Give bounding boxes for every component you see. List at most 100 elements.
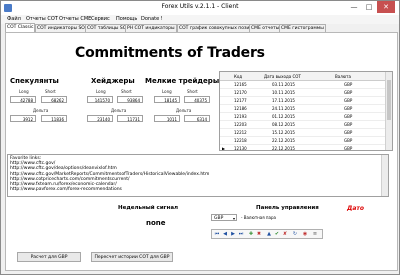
- window-title: Forex Utils v.2.1.1 - Client: [161, 3, 239, 10]
- hedgers-long-label: Long: [96, 89, 106, 94]
- cell-date: 22.12.2015: [272, 146, 295, 151]
- table-row[interactable]: 12186 24.11.2015 GBP: [220, 105, 385, 113]
- table-row[interactable]: 12165 03.11.2015 GBP: [220, 81, 385, 89]
- app-window: Forex Utils v.2.1.1 - Client — □ ✕ Файл …: [0, 0, 400, 275]
- hedgers-long-value: 141570: [87, 96, 113, 103]
- links-scrollbar[interactable]: [381, 155, 388, 196]
- grid-scrollbar[interactable]: [385, 72, 392, 150]
- link-line: http://www.pavforex.com/forex-recommenda…: [10, 187, 122, 193]
- cell-code: 12170: [234, 90, 247, 95]
- grid-header: Код Дата выхода COT Валюта: [220, 72, 385, 81]
- tab-cme-reports[interactable]: CME отчеты: [249, 24, 282, 32]
- cell-date: 10.11.2015: [272, 90, 295, 95]
- cancel-edit-icon[interactable]: ✘: [282, 231, 288, 237]
- speculators-long-value: 42788: [10, 96, 36, 103]
- weekly-signal-title: Недельный сигнал: [118, 205, 179, 211]
- refresh-icon[interactable]: ↻: [292, 231, 298, 237]
- cell-code: 12203: [234, 122, 247, 127]
- cell-code: 12186: [234, 106, 247, 111]
- tab-cot-indicators-so[interactable]: COT индикаторы SO: [35, 24, 87, 32]
- menu-donate[interactable]: Donate !: [141, 16, 163, 22]
- cell-code: 12165: [234, 82, 247, 87]
- cell-date: 17.11.2015: [272, 98, 295, 103]
- cell-date: 22.12.2015: [272, 138, 295, 143]
- hedgers-delta-long: 23140: [87, 115, 113, 122]
- speculators-delta-label: Дельта: [33, 108, 49, 113]
- table-row[interactable]: 12203 08.12.2015 GBP: [220, 121, 385, 129]
- tab-cot-classic[interactable]: COT Classic: [5, 23, 36, 32]
- small-traders-delta-short: 6314: [184, 115, 210, 122]
- table-row[interactable]: 12212 15.12.2015 GBP: [220, 129, 385, 137]
- minimize-button[interactable]: —: [347, 1, 361, 13]
- grid-col-currency[interactable]: Валюта: [335, 74, 351, 79]
- close-button[interactable]: ✕: [377, 1, 395, 13]
- speculators-short-label: Short: [45, 89, 56, 94]
- small-traders-delta-label: Дельта: [176, 108, 192, 113]
- maximize-button[interactable]: □: [362, 1, 376, 13]
- menu-bar: Файл Отчеты COT Отчеты CME Сервис Помощь…: [1, 15, 399, 24]
- menu-cme-reports[interactable]: Отчеты CME: [59, 16, 91, 22]
- cell-date: 08.12.2015: [272, 122, 295, 127]
- cot-reports-grid[interactable]: Код Дата выхода COT Валюта 12165 03.11.2…: [219, 71, 393, 151]
- tab-cme-histograms[interactable]: CME гистограммы: [279, 24, 326, 32]
- hedgers-title: Хейджеры: [91, 77, 135, 85]
- small-traders-short-label: Short: [187, 89, 198, 94]
- title-bar: Forex Utils v.2.1.1 - Client — □ ✕: [1, 1, 399, 15]
- tab-cot-tables-so[interactable]: COT таблицы SO: [85, 24, 129, 32]
- calc-button[interactable]: Расчет для GBP: [17, 252, 81, 262]
- first-record-icon[interactable]: ⏮: [214, 231, 220, 237]
- cell-currency: GBP: [344, 90, 353, 95]
- small-traders-long-label: Long: [162, 89, 172, 94]
- speculators-short-value: 68262: [41, 96, 67, 103]
- table-row[interactable]: 12218 22.12.2015 GBP: [220, 137, 385, 145]
- insert-record-icon[interactable]: ✚: [248, 231, 254, 237]
- recalc-history-button[interactable]: Пересчет истории COT для GBP: [91, 252, 173, 262]
- navigator-toolbar: ⏮ ◀ ▶ ⏭ ✚ ✖ ▲ ✔ ✘ ↻ ◉ ≡: [211, 229, 323, 239]
- cell-date: 01.12.2015: [272, 114, 295, 119]
- currency-select[interactable]: GBP ▾: [211, 214, 237, 221]
- cell-date: 03.11.2015: [272, 82, 295, 87]
- options-icon[interactable]: ≡: [312, 231, 318, 237]
- cell-code: 12218: [234, 138, 247, 143]
- cell-currency: GBP: [344, 146, 353, 151]
- cell-code: 12130: [234, 146, 247, 151]
- page-title: Commitments of Traders: [75, 45, 265, 61]
- delete-record-icon[interactable]: ✖: [256, 231, 262, 237]
- last-record-icon[interactable]: ⏭: [238, 231, 244, 237]
- cell-currency: GBP: [344, 106, 353, 111]
- table-row[interactable]: 12193 01.12.2015 GBP: [220, 113, 385, 121]
- hedgers-delta-label: Дельта: [111, 108, 127, 113]
- table-row[interactable]: 12170 10.11.2015 GBP: [220, 89, 385, 97]
- edit-record-icon[interactable]: ▲: [266, 231, 272, 237]
- small-traders-delta-long: 1011: [154, 115, 180, 122]
- table-row-current[interactable]: ▶ 12130 22.12.2015 GBP: [220, 145, 385, 151]
- cell-code: 12193: [234, 114, 247, 119]
- favorite-links-textarea[interactable]: Favorite links: http://www.cftc.gov/ htt…: [7, 154, 389, 197]
- record-icon[interactable]: ◉: [302, 231, 308, 237]
- next-record-icon[interactable]: ▶: [230, 231, 236, 237]
- tab-ph-cot-indicators[interactable]: PH COT индикаторы: [125, 24, 177, 32]
- speculators-title: Спекулянты: [10, 77, 59, 85]
- hedgers-short-value: 93864: [117, 96, 143, 103]
- cell-code: 12177: [234, 98, 247, 103]
- post-edit-icon[interactable]: ✔: [274, 231, 280, 237]
- menu-help[interactable]: Помощь: [116, 16, 137, 22]
- grid-col-date[interactable]: Дата выхода COT: [264, 74, 301, 79]
- currency-select-value: GBP: [214, 216, 224, 221]
- prior-record-icon[interactable]: ◀: [222, 231, 228, 237]
- small-traders-long-value: 18145: [154, 96, 180, 103]
- table-row[interactable]: 12177 17.11.2015 GBP: [220, 97, 385, 105]
- tab-cot-combined-chart[interactable]: COT график совокупных позиций: [177, 24, 261, 32]
- hedgers-delta-short: 11731: [117, 115, 143, 122]
- speculators-long-label: Long: [19, 89, 29, 94]
- hedgers-short-label: Short: [121, 89, 132, 94]
- grid-col-code[interactable]: Код: [234, 74, 242, 79]
- main-panel: [5, 32, 398, 271]
- speculators-delta-short: 11836: [41, 115, 67, 122]
- menu-service[interactable]: Сервис: [91, 16, 110, 22]
- cell-currency: GBP: [344, 130, 353, 135]
- grid-scroll-thumb[interactable]: [387, 80, 391, 120]
- speculators-delta-long: 3912: [10, 115, 36, 122]
- menu-file[interactable]: Файл: [7, 16, 21, 22]
- menu-cot-reports[interactable]: Отчеты COT: [26, 16, 58, 22]
